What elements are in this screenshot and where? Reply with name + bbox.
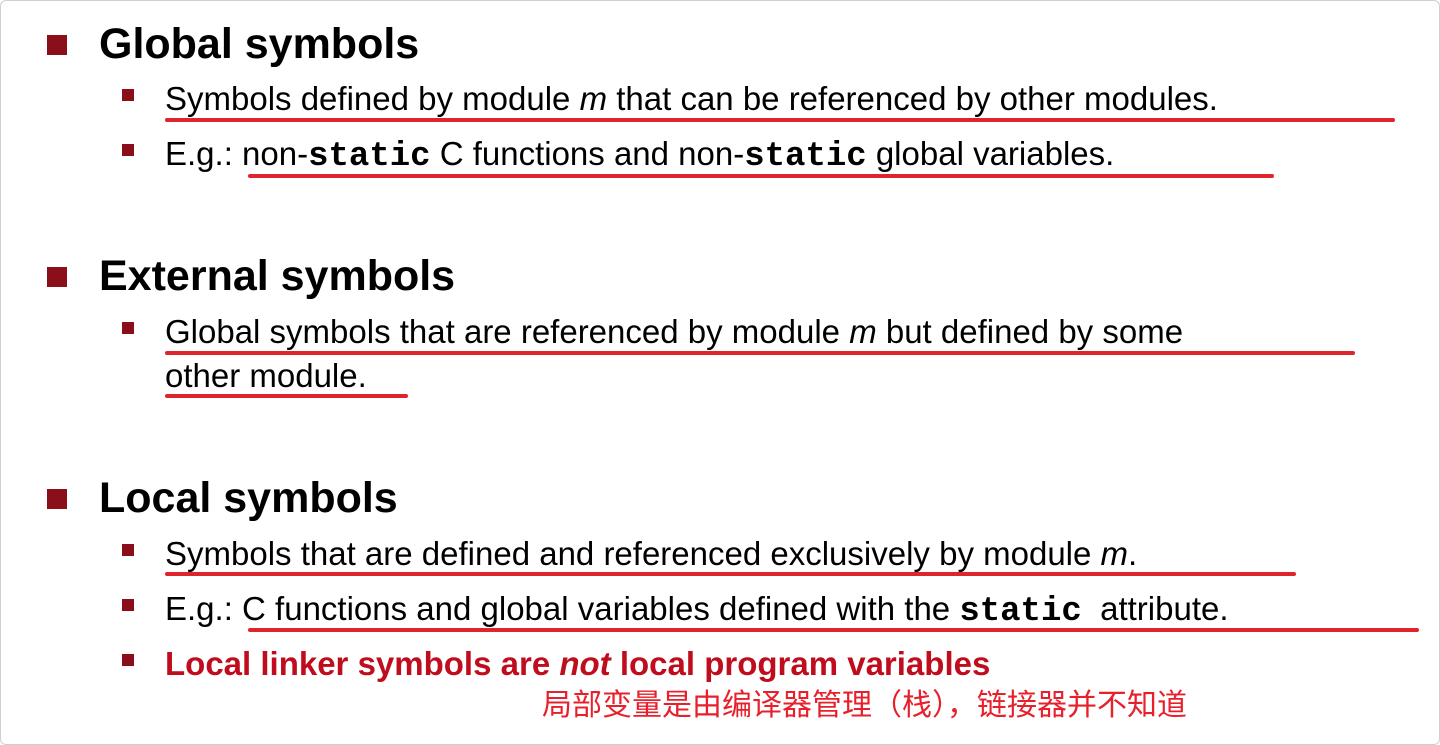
local-item-1: Symbols that are defined and referenced … (165, 537, 1137, 570)
underline (248, 174, 1274, 178)
underline (165, 394, 408, 398)
text: Symbols defined by module (165, 80, 580, 117)
text: . (1128, 535, 1138, 572)
external-item-1: Global symbols that are referenced by mo… (165, 315, 1183, 348)
module-m: m (579, 80, 608, 117)
bullet-icon (122, 544, 134, 556)
underline (165, 351, 1355, 355)
static-keyword: static (959, 593, 1082, 631)
module-m: m (849, 313, 877, 350)
bullet-icon (122, 144, 134, 156)
text: Local linker symbols are (165, 645, 560, 682)
heading-external-symbols: External symbols (99, 252, 456, 300)
global-item-2: E.g.: non-static C functions and non-sta… (165, 137, 1114, 174)
text: Global symbols that are referenced by mo… (165, 313, 850, 350)
bullet-icon (122, 654, 134, 666)
text: attribute. (1081, 590, 1229, 627)
heading-local-symbols: Local symbols (99, 474, 398, 522)
external-item-1-line-2: other module. (165, 357, 367, 394)
slide: Global symbols Symbols defined by module… (0, 0, 1440, 745)
global-item-1: Symbols defined by module m that can be … (165, 82, 1218, 115)
bullet-icon (122, 322, 134, 334)
text: local program variables (610, 645, 991, 682)
underline (165, 572, 1296, 576)
underline (248, 628, 1419, 632)
chinese-annotation: 局部变量是由编译器管理（栈），链接器并不知道 (542, 688, 1187, 723)
eg-label: E.g.: (165, 135, 243, 172)
local-item-3: Local linker symbols are not local progr… (165, 647, 990, 680)
text: Symbols that are defined and referenced … (165, 535, 1101, 572)
static-keyword: static (308, 138, 431, 176)
emphasis-not: not (559, 645, 611, 682)
text: C functions and non- (430, 135, 745, 172)
static-keyword: static (744, 138, 867, 176)
bullet-icon (122, 599, 134, 611)
eg-label: E.g.: (165, 590, 243, 627)
text: but defined by some (876, 313, 1184, 350)
text: C functions and global variables defined… (242, 590, 960, 627)
text: non- (242, 135, 309, 172)
bullet-icon (122, 89, 134, 101)
module-m: m (1100, 535, 1129, 572)
text: that can be referenced by other modules. (607, 80, 1218, 117)
heading-bullet-icon (47, 489, 67, 509)
text: global variables. (866, 135, 1115, 172)
heading-bullet-icon (47, 35, 67, 55)
local-item-2: E.g.: C functions and global variables d… (165, 592, 1229, 629)
heading-global-symbols: Global symbols (99, 20, 420, 68)
heading-bullet-icon (47, 267, 67, 287)
underline (165, 118, 1395, 122)
